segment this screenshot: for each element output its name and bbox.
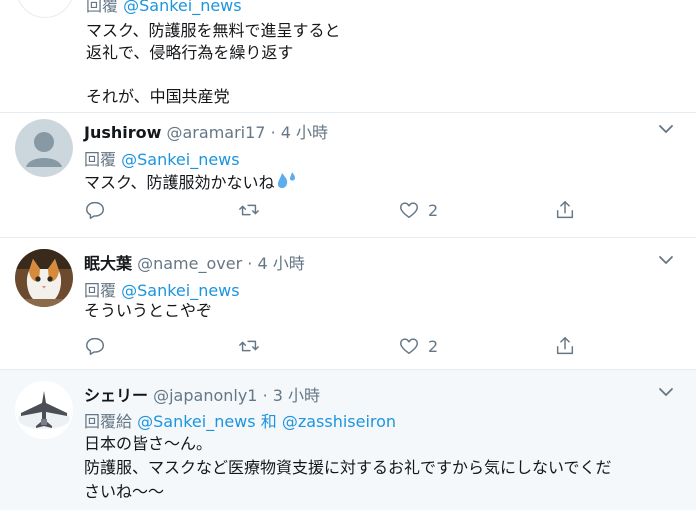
tweet-text-content: そういうとこやぞ [84,301,213,320]
reply-prefix: 回覆 [86,0,119,15]
reply-handle-link[interactable]: @Sankei_news [121,281,240,300]
username[interactable]: @aramari17 [167,123,266,142]
username[interactable]: @japanonly1 [153,386,257,405]
tweet-header: シェリー @japanonly1 · 3 小時 [84,382,320,406]
display-name[interactable]: シェリー [84,386,148,405]
heart-icon [400,202,418,219]
reply-icon [86,201,104,219]
tweet-text-line: 返礼で、侵略行為を繰り返す [86,43,294,62]
like-button[interactable]: 2 [398,198,438,222]
reply-icon [86,337,104,355]
jet-avatar-icon [15,381,73,439]
timestamp[interactable]: 4 小時 [281,123,328,142]
tweet-text-line: マスク、防護服を無料で進呈すると [86,21,341,40]
reply-button[interactable] [84,334,106,358]
default-avatar-icon [15,119,73,177]
display-name[interactable]: Jushirow [84,123,161,142]
separator: · [262,386,268,405]
reply-context: 回覆給 @Sankei_news 和 @zasshiseiron [84,408,396,432]
tweet-partial[interactable]: 回覆 @Sankei_news マスク、防護服を無料で進呈すると 返礼で、侵略行… [0,0,696,113]
cat-avatar-icon [15,249,73,307]
reply-context: 回覆 @Sankei_news [86,0,242,16]
heart-icon [400,338,418,355]
avatar[interactable] [15,249,73,307]
tweet-header: Jushirow @aramari17 · 4 小時 [84,119,328,143]
retweet-button[interactable] [238,198,260,222]
tweet[interactable]: Jushirow @aramari17 · 4 小時 回覆 @Sankei_ne… [0,113,696,238]
reply-handle-link-2[interactable]: @zasshiseiron [282,412,396,431]
tweet-text-line: 日本の皆さ〜ん。 [84,434,213,453]
tweet-text-line [86,64,341,86]
reply-and: 和 [260,412,277,431]
reply-context: 回覆 @Sankei_news [84,146,240,170]
reply-handle-link[interactable]: @Sankei_news [121,150,240,169]
timestamp[interactable]: 3 小時 [273,386,320,405]
reply-button[interactable] [84,198,106,222]
reply-context: 回覆 @Sankei_news [84,277,240,301]
avatar[interactable] [15,381,73,439]
avatar[interactable] [15,119,73,177]
tweet-actions: 2 [84,198,604,222]
tweet-text-line: さいね〜〜 [84,482,165,501]
username[interactable]: @name_over [137,254,242,273]
like-count: 2 [428,336,439,356]
chevron-down-icon[interactable] [658,123,674,135]
tweet-text: そういうとこやぞ [84,299,674,323]
separator: · [247,254,253,273]
sweat-droplets-icon [277,172,295,189]
share-button[interactable] [554,334,576,358]
retweet-button[interactable] [238,334,260,358]
reply-handle-link[interactable]: @Sankei_news [137,412,256,431]
tweet-header: 眠大葉 @name_over · 4 小時 [84,250,305,274]
reply-prefix: 回覆 [84,281,117,300]
reply-prefix: 回覆 [84,150,117,169]
share-icon [556,337,574,355]
timestamp[interactable]: 4 小時 [257,254,304,273]
tweet-text-line: 防護服、マスクなど医療物資支援に対するお礼ですから気にしないでくだ [84,458,612,477]
reply-prefix: 回覆給 [84,412,133,431]
retweet-icon [239,204,259,216]
share-button[interactable] [554,198,576,222]
avatar[interactable] [16,0,74,18]
like-count: 2 [428,200,439,220]
share-icon [556,201,574,219]
tweet-text: マスク、防護服効かないね [84,171,674,195]
tweet[interactable]: シェリー @japanonly1 · 3 小時 回覆給 @Sankei_news… [0,370,696,510]
retweet-icon [239,340,259,352]
chevron-down-icon[interactable] [658,254,674,266]
tweet[interactable]: 眠大葉 @name_over · 4 小時 回覆 @Sankei_news そう… [0,238,696,370]
separator: · [270,123,276,142]
tweet-text-line: それが、中国共産党 [86,87,230,106]
tweet-text-content: マスク、防護服効かないね [84,173,275,192]
chevron-down-icon[interactable] [658,386,674,398]
reply-handle-link[interactable]: @Sankei_news [123,0,242,15]
display-name[interactable]: 眠大葉 [84,254,132,273]
tweet-text: マスク、防護服を無料で進呈すると 返礼で、侵略行為を繰り返す それが、中国共産党 [86,20,341,108]
tweet-text: 日本の皆さ〜ん。 防護服、マスクなど医療物資支援に対するお礼ですから気にしないで… [84,432,674,504]
like-button[interactable]: 2 [398,334,438,358]
tweet-actions: 2 [84,334,604,358]
